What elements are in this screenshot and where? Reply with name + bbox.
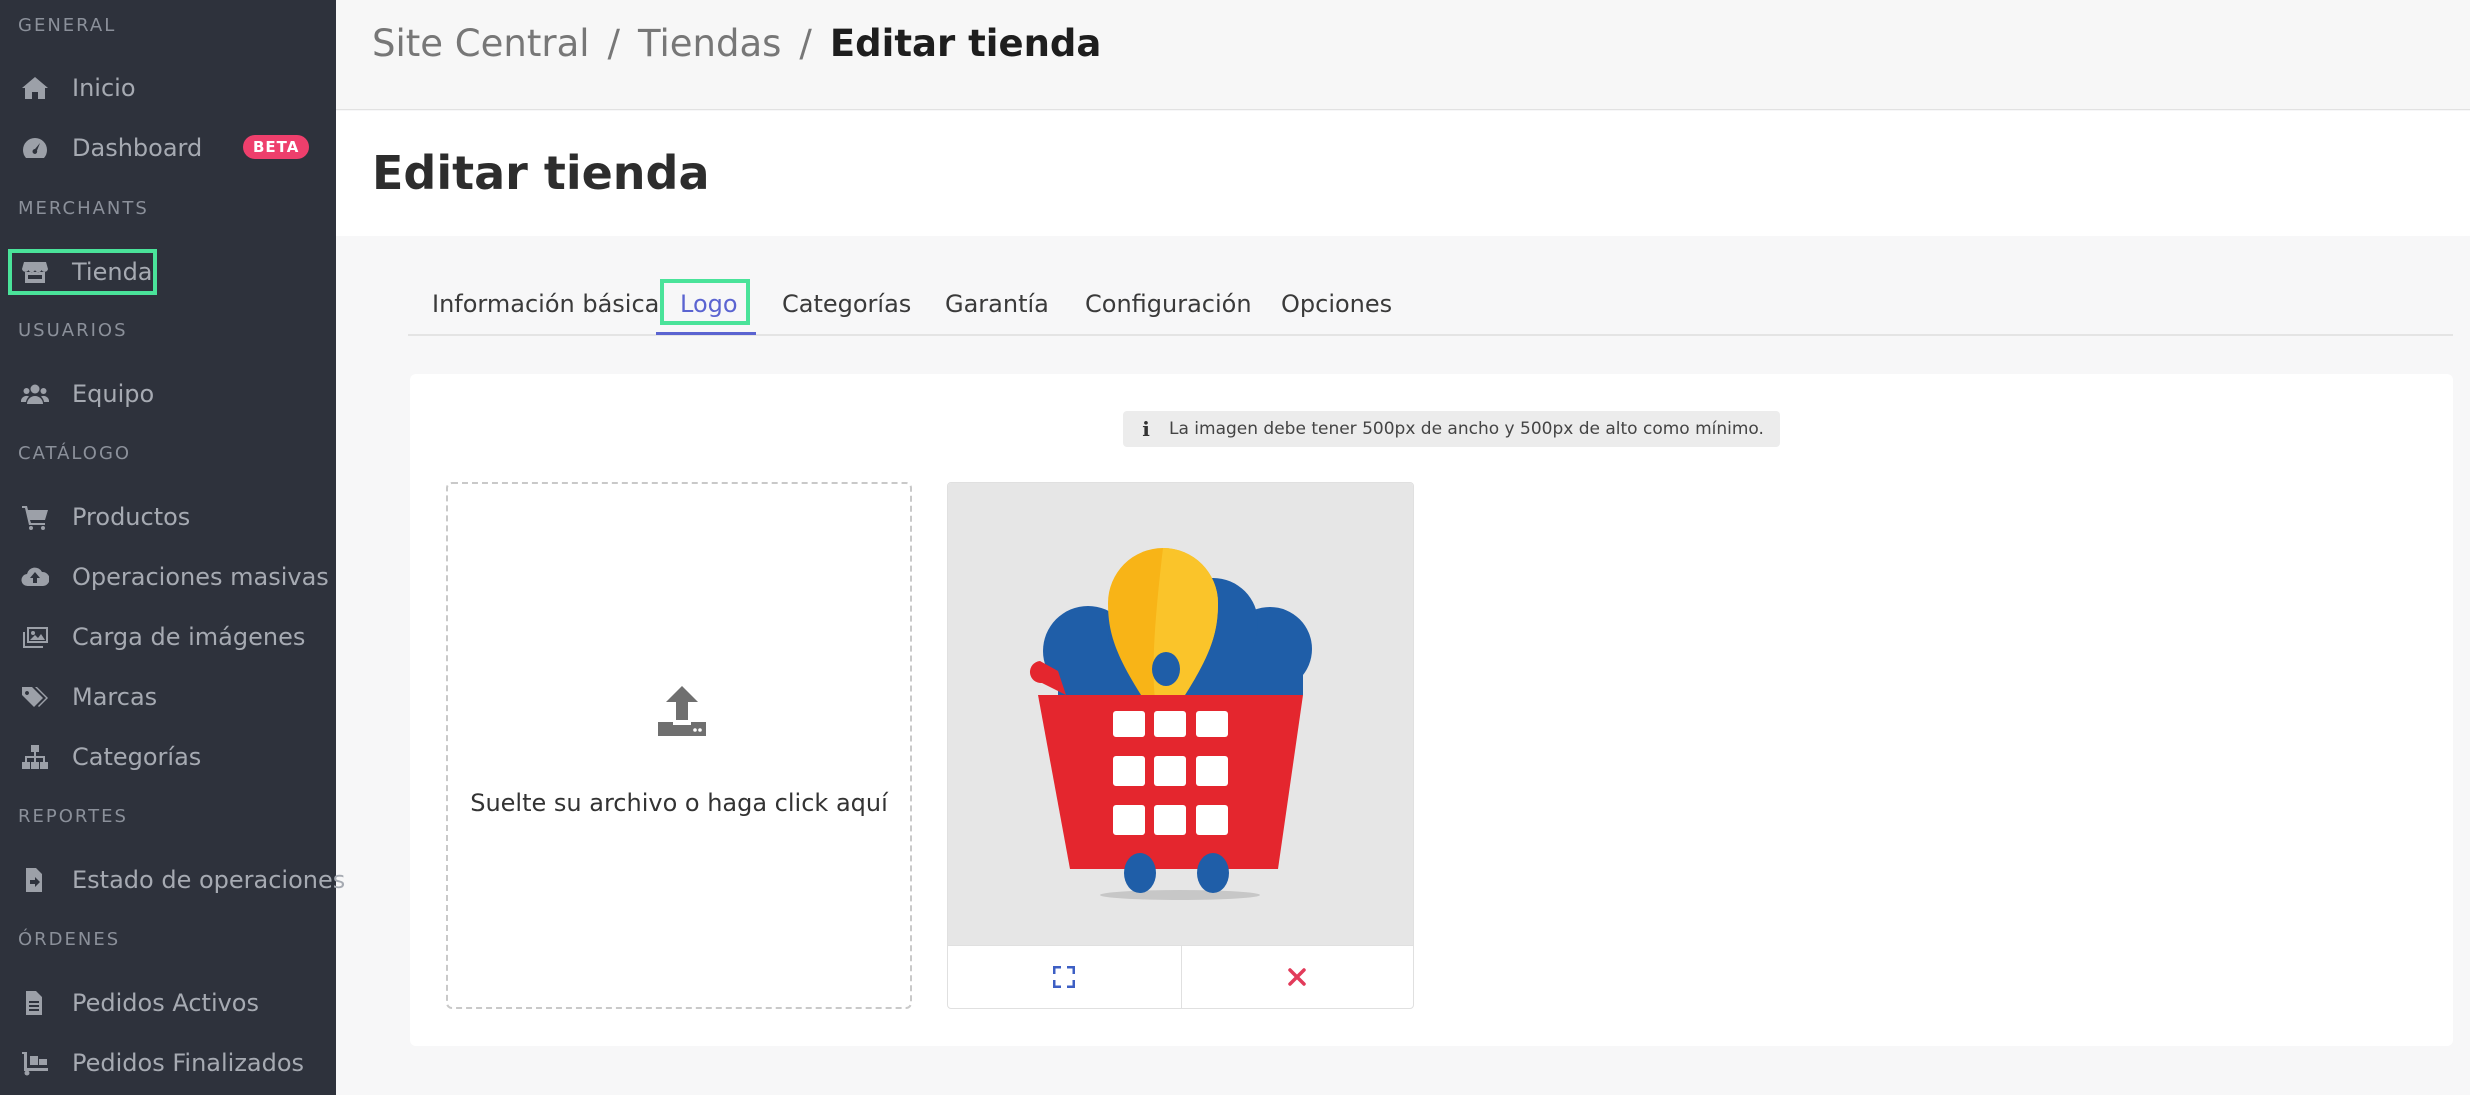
sidebar-item-label: Categorías (72, 743, 202, 771)
sidebar-item-operaciones-masivas[interactable]: Operaciones masivas (0, 551, 336, 603)
breadcrumb-site-central[interactable]: Site Central (372, 22, 590, 65)
sidebar-item-equipo[interactable]: Equipo (0, 368, 336, 420)
expand-icon (1053, 966, 1076, 988)
sidebar-item-label: Pedidos Activos (72, 989, 259, 1017)
logo-preview-image (948, 483, 1413, 945)
sidebar-section-general: GENERAL (18, 15, 117, 36)
sidebar-item-carga-de-imagenes[interactable]: Carga de imágenes (0, 611, 336, 663)
sidebar-section-reportes: REPORTES (18, 806, 128, 827)
sidebar-item-label: Equipo (72, 380, 155, 408)
sidebar-item-label: Estado de operaciones (72, 866, 346, 894)
page-header: Editar tienda (336, 111, 2470, 236)
gauge-icon (20, 135, 50, 161)
dropzone-text: Suelte su archivo o haga click aquí (470, 789, 888, 817)
top-bar: Site Central / Tiendas / Editar tienda (336, 0, 2470, 110)
breadcrumb-separator: / (607, 22, 620, 65)
sidebar-section-catalogo: CATÁLOGO (18, 443, 132, 464)
image-requirements-text: La imagen debe tener 500px de ancho y 50… (1169, 419, 1764, 439)
cart-icon (20, 504, 50, 530)
selection-highlight (8, 249, 157, 295)
tab-bar: Información básica Logo Categorías Garan… (408, 279, 2453, 336)
preview-actions (948, 945, 1413, 1008)
sidebar-section-usuarios: USUARIOS (18, 320, 128, 341)
page-title: Editar tienda (372, 146, 710, 200)
sidebar-item-marcas[interactable]: Marcas (0, 671, 336, 723)
image-requirements-notice: i La imagen debe tener 500px de ancho y … (1123, 411, 1780, 447)
images-icon (20, 624, 50, 650)
file-dropzone[interactable]: Suelte su archivo o haga click aquí (446, 482, 912, 1009)
sidebar-item-estado-de-operaciones[interactable]: Estado de operaciones (0, 854, 345, 906)
expand-button[interactable] (948, 946, 1181, 1008)
sidebar-item-label: Marcas (72, 683, 158, 711)
dolly-icon (20, 1050, 50, 1076)
tab-informacion-basica[interactable]: Información básica (432, 290, 659, 318)
breadcrumb: Site Central / Tiendas / Editar tienda (372, 22, 1101, 65)
sidebar-item-label: Operaciones masivas (72, 563, 329, 591)
shopping-cart-logo-image (1029, 548, 1312, 900)
sidebar-item-productos[interactable]: Productos (0, 491, 336, 543)
tab-categorias[interactable]: Categorías (782, 290, 911, 318)
sidebar-item-label: Carga de imágenes (72, 623, 306, 651)
sidebar-item-inicio[interactable]: Inicio (0, 62, 336, 114)
tags-icon (20, 684, 50, 710)
logo-upload-card: i La imagen debe tener 500px de ancho y … (410, 374, 2453, 1046)
tab-opciones[interactable]: Opciones (1281, 290, 1392, 318)
active-tab-indicator (656, 332, 756, 335)
sidebar: GENERAL Inicio Dashboard BETA MERCHANTS … (0, 0, 345, 1095)
users-icon (20, 381, 50, 407)
sidebar-item-label: Pedidos Finalizados (72, 1049, 305, 1077)
sidebar-item-pedidos-activos[interactable]: Pedidos Activos (0, 977, 336, 1029)
file-text-icon (20, 990, 50, 1016)
file-export-icon (20, 867, 50, 893)
tab-garantia[interactable]: Garantía (945, 290, 1049, 318)
remove-button[interactable] (1180, 946, 1414, 1008)
breadcrumb-current: Editar tienda (829, 22, 1102, 65)
close-icon (1288, 968, 1306, 986)
sidebar-section-merchants: MERCHANTS (18, 198, 149, 219)
home-icon (20, 75, 50, 101)
logo-preview (947, 482, 1414, 1009)
sidebar-section-ordenes: ÓRDENES (18, 929, 121, 950)
sidebar-item-pedidos-finalizados[interactable]: Pedidos Finalizados (0, 1037, 336, 1089)
upload-icon (658, 686, 706, 736)
selection-highlight (660, 279, 750, 325)
sidebar-item-label: Inicio (72, 74, 136, 102)
sitemap-icon (20, 744, 50, 770)
sidebar-item-categorias[interactable]: Categorías (0, 731, 336, 783)
beta-badge: BETA (243, 135, 310, 159)
breadcrumb-tiendas[interactable]: Tiendas (638, 22, 781, 65)
info-icon: i (1142, 417, 1150, 441)
cloud-upload-icon (20, 564, 50, 590)
sidebar-item-dashboard[interactable]: Dashboard BETA (0, 122, 336, 174)
breadcrumb-separator: / (799, 22, 812, 65)
tab-configuracion[interactable]: Configuración (1085, 290, 1252, 318)
sidebar-item-label: Productos (72, 503, 191, 531)
sidebar-item-label: Dashboard (72, 134, 203, 162)
